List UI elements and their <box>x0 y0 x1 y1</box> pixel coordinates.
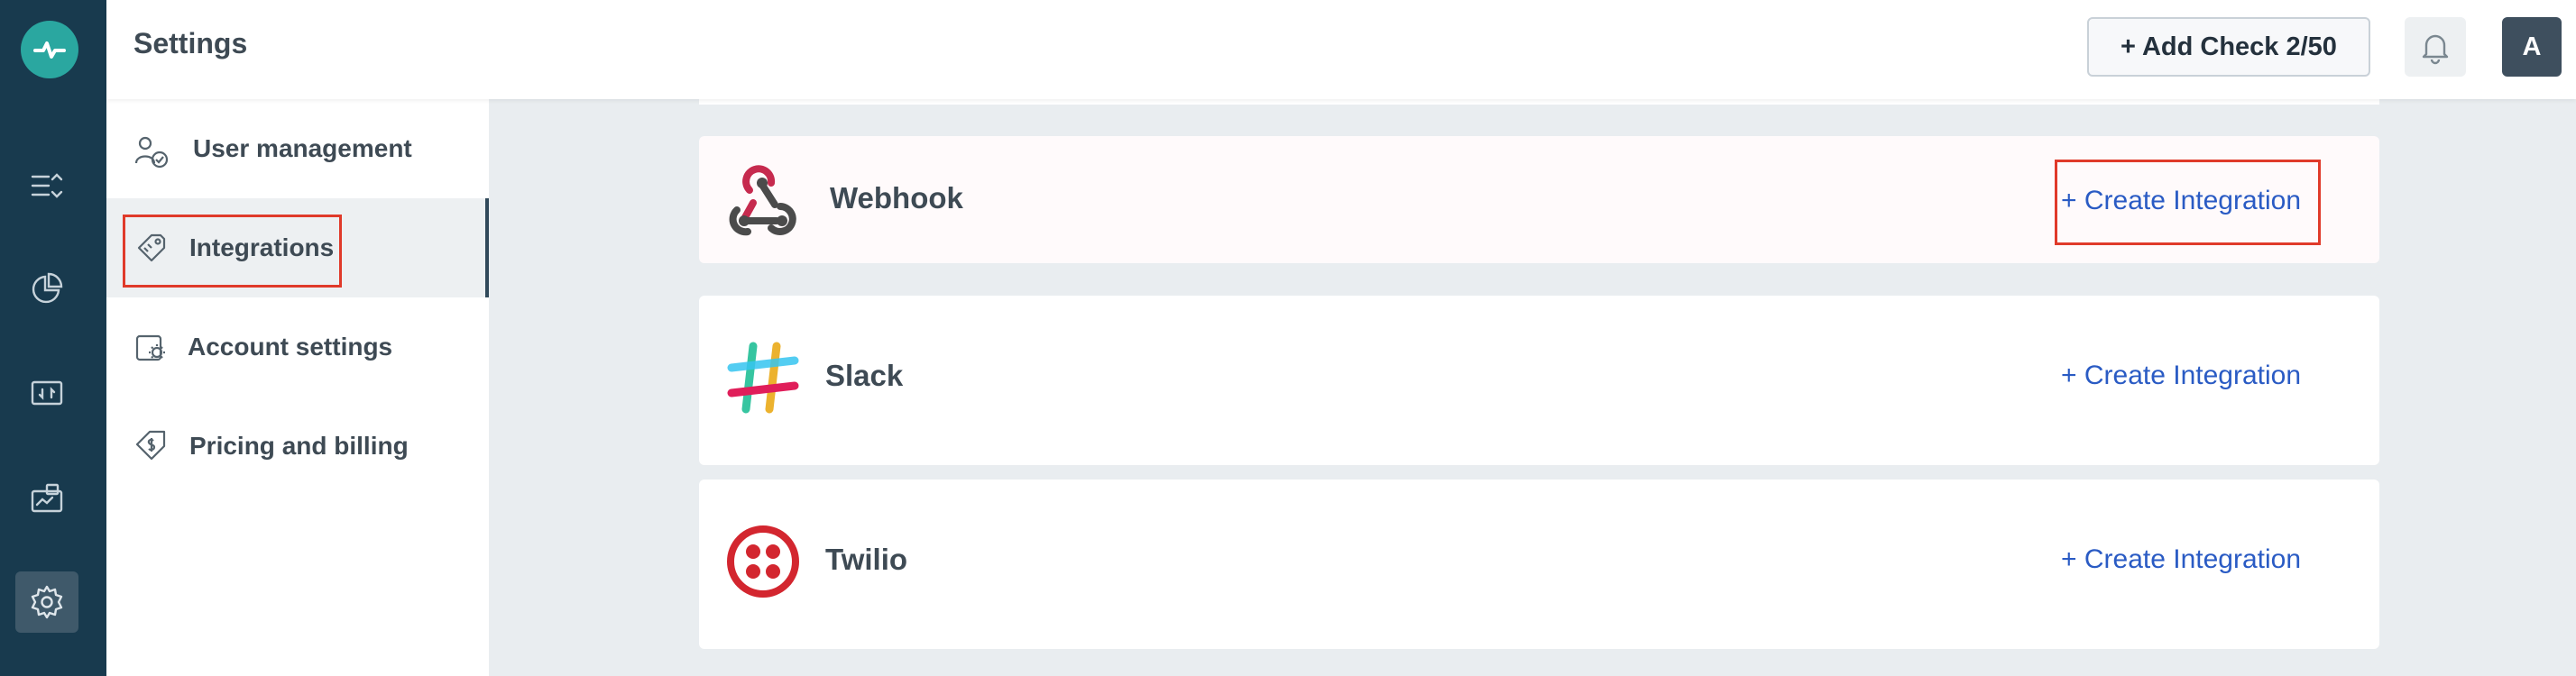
notifications-bell-icon[interactable] <box>2405 17 2466 77</box>
page-title: Settings <box>133 27 248 59</box>
twilio-logo-icon <box>727 525 799 598</box>
app-nav-rail <box>0 0 106 676</box>
integration-name-webhook: Webhook <box>830 181 963 215</box>
integration-name-twilio: Twilio <box>825 543 908 576</box>
create-integration-twilio-link[interactable]: + Create Integration <box>2061 544 2301 575</box>
menu-item-user-management[interactable]: User management <box>106 99 489 198</box>
settings-side-menu: User management Integrations Account set… <box>106 99 489 676</box>
user-avatar[interactable]: A <box>2502 17 2562 77</box>
app-logo-icon[interactable] <box>21 21 78 78</box>
menu-item-account-settings[interactable]: Account settings <box>106 297 489 397</box>
add-check-button[interactable]: + Add Check 2/50 <box>2087 17 2370 77</box>
menu-label-account-settings: Account settings <box>188 333 393 361</box>
integrations-highlight-box <box>123 215 342 288</box>
menu-label-user-management: User management <box>193 134 412 162</box>
card-edge <box>699 99 2379 105</box>
create-integration-slack-link[interactable]: + Create Integration <box>2061 361 2301 391</box>
user-check-icon <box>134 136 169 169</box>
status-monitor-icon[interactable] <box>15 363 78 425</box>
checks-list-icon[interactable] <box>15 155 78 216</box>
integration-card-slack: Slack + Create Integration <box>699 296 2379 465</box>
account-gear-icon <box>135 334 165 361</box>
settings-gear-icon[interactable] <box>15 571 78 633</box>
webhook-logo-icon <box>729 165 796 236</box>
integration-card-twilio: Twilio + Create Integration <box>699 480 2379 649</box>
menu-label-pricing-billing: Pricing and billing <box>189 432 409 460</box>
create-integration-highlight-box <box>2055 160 2321 245</box>
integration-name-slack: Slack <box>825 359 904 392</box>
status-page-icon[interactable] <box>15 468 78 529</box>
top-header: Settings + Add Check 2/50 A <box>106 0 2576 99</box>
reports-pie-icon[interactable] <box>15 258 78 319</box>
price-tag-icon <box>135 430 166 461</box>
menu-item-pricing-billing[interactable]: Pricing and billing <box>106 397 489 496</box>
slack-logo-icon <box>727 342 799 414</box>
